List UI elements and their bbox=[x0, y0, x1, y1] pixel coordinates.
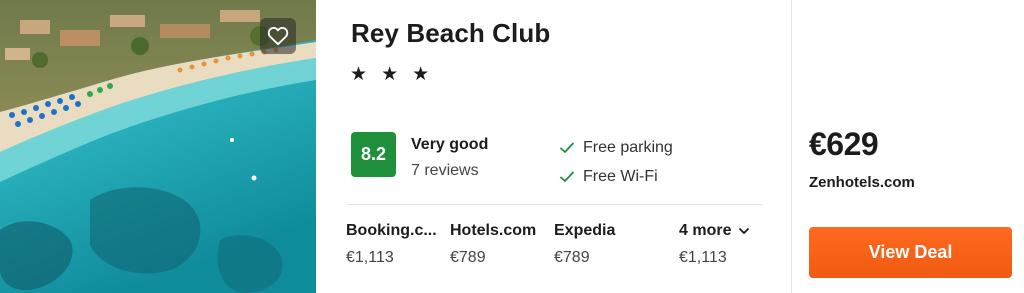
check-icon bbox=[560, 142, 574, 153]
provider-name: Booking.c... bbox=[346, 222, 437, 239]
provider-price: €789 bbox=[450, 249, 486, 266]
divider bbox=[346, 204, 762, 205]
amenity-label: Free Wi-Fi bbox=[583, 168, 658, 185]
heart-outline-icon bbox=[267, 26, 289, 46]
hotel-photo[interactable] bbox=[0, 0, 316, 293]
provider-booking[interactable]: Booking.c... €1,113 bbox=[346, 222, 437, 267]
provider-price: €789 bbox=[554, 249, 590, 266]
more-providers-button[interactable]: 4 more bbox=[679, 222, 750, 240]
favorite-button[interactable] bbox=[260, 18, 296, 54]
deal-site: Zenhotels.com bbox=[809, 174, 915, 191]
amenity-free-parking: Free parking bbox=[560, 139, 673, 157]
amenity-free-wifi: Free Wi-Fi bbox=[560, 168, 658, 186]
rating-label: Very good bbox=[411, 136, 489, 153]
view-deal-button[interactable]: View Deal bbox=[809, 227, 1012, 278]
column-divider bbox=[791, 0, 792, 293]
provider-more[interactable]: 4 more €1,113 bbox=[679, 222, 750, 267]
hotel-name[interactable]: Rey Beach Club bbox=[351, 18, 550, 49]
provider-hotels-com[interactable]: Hotels.com €789 bbox=[450, 222, 536, 267]
chevron-down-icon bbox=[739, 227, 750, 234]
deal-price: €629 bbox=[809, 126, 879, 162]
provider-name: Hotels.com bbox=[450, 222, 537, 239]
hotel-card[interactable]: Rey Beach Club ★ ★ ★ 8.2 Very good 7 rev… bbox=[0, 0, 1024, 293]
amenity-label: Free parking bbox=[583, 139, 673, 156]
rating-score-badge: 8.2 bbox=[351, 132, 396, 177]
provider-name: Expedia bbox=[554, 222, 616, 239]
reviews-count[interactable]: 7 reviews bbox=[411, 162, 479, 180]
check-icon bbox=[560, 171, 574, 182]
more-providers-label: 4 more bbox=[679, 222, 732, 239]
provider-expedia[interactable]: Expedia €789 bbox=[554, 222, 615, 267]
star-rating: ★ ★ ★ bbox=[350, 63, 434, 85]
provider-price: €1,113 bbox=[679, 249, 727, 266]
provider-price: €1,113 bbox=[346, 249, 394, 266]
